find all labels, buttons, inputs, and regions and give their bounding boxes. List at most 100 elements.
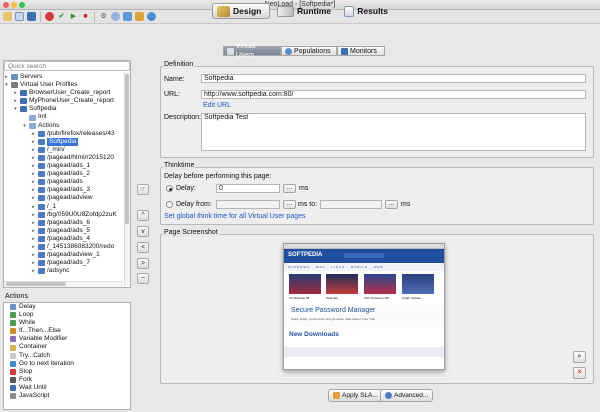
check-icon[interactable]: ✔ (57, 12, 66, 21)
mode-runtime[interactable]: Runtime (273, 3, 335, 19)
tree-row[interactable]: ▾ Actions (4, 122, 124, 130)
action-item[interactable]: While (4, 319, 130, 327)
tree-row[interactable]: ▸ /pagead/ads_6 (4, 219, 124, 227)
name-field[interactable]: Softpedia (201, 74, 586, 83)
edit-hand-button[interactable]: ☞ (137, 184, 149, 195)
tree-row[interactable]: ▸ /pagead/ads_1 (4, 162, 124, 170)
tree-row[interactable]: ▸ /_1451386083200/redo (4, 243, 124, 251)
stop-icon[interactable]: ■ (81, 12, 90, 21)
action-item[interactable]: Loop (4, 311, 130, 319)
new-project-icon[interactable] (15, 12, 24, 21)
delay-radio[interactable] (166, 185, 173, 192)
tree-expand-icon[interactable]: ▸ (31, 267, 36, 275)
zoom-screenshot-button[interactable]: ⌕ (573, 351, 586, 363)
remove-button[interactable]: − (137, 273, 149, 284)
tree-row[interactable]: ▸ MyPhoneUser_Create_report (4, 97, 124, 105)
tree-expand-icon[interactable]: ▸ (31, 130, 36, 138)
mode-design[interactable]: Design (212, 3, 270, 19)
tree-expand-icon[interactable]: ▸ (13, 97, 18, 105)
tree-row[interactable]: ▾ Virtual User Profiles (4, 81, 124, 89)
quick-search-input[interactable] (4, 61, 130, 71)
delay-to-variable-button[interactable]: ... (385, 200, 398, 209)
tree-row[interactable]: ▸ /pub/firefox/releases/43 (4, 130, 124, 138)
tree-row[interactable]: ▸ /pagead/adview_1 (4, 251, 124, 259)
mode-results[interactable]: Results (340, 3, 392, 19)
tree-expand-icon[interactable]: ▾ (4, 81, 9, 89)
zoom-window-button[interactable] (19, 2, 25, 8)
save-icon[interactable] (27, 12, 36, 21)
action-item[interactable]: JavaScript (4, 392, 130, 400)
action-item[interactable]: Delay (4, 303, 130, 311)
delay-from-field[interactable] (216, 200, 280, 209)
tree-expand-icon[interactable]: ▸ (31, 186, 36, 194)
url-field[interactable]: http://www.softpedia.com:80/ (201, 90, 586, 99)
tree-expand-icon[interactable]: ▸ (31, 251, 36, 259)
tree-expand-icon[interactable]: ▸ (31, 227, 36, 235)
tree-row[interactable]: ▸ /pagead/ads_4 (4, 235, 124, 243)
tree-expand-icon[interactable]: ▸ (31, 203, 36, 211)
delay-variable-button[interactable]: ... (283, 184, 296, 193)
action-item[interactable]: Stop (4, 368, 130, 376)
action-item[interactable]: Go to next iteration (4, 360, 130, 368)
tree-row[interactable]: Init (4, 113, 124, 121)
action-item[interactable]: Wait Until (4, 384, 130, 392)
tree-row[interactable]: ▸ /adsync (4, 267, 124, 275)
tree-expand-icon[interactable]: ▸ (31, 211, 36, 219)
tree-row[interactable]: ▸ /pagead/adview (4, 194, 124, 202)
tree-row[interactable]: ▸ /pagead/html/r2015120 (4, 154, 124, 162)
tree-expand-icon[interactable]: ▸ (13, 89, 18, 97)
tree-expand-icon[interactable]: ▸ (31, 178, 36, 186)
tree-expand-icon[interactable]: ▸ (31, 259, 36, 267)
tab-monitors[interactable]: Monitors (337, 46, 385, 56)
minimize-window-button[interactable] (11, 2, 17, 8)
tree-expand-icon[interactable]: ▸ (4, 73, 9, 81)
record-icon[interactable] (45, 12, 54, 21)
advanced-button[interactable]: Advanced... (380, 389, 434, 402)
open-folder-icon[interactable] (3, 12, 12, 21)
virtual-users-tree[interactable]: ▸ Servers ▾ Virtual User Profiles ▸ BrowserUs… (4, 73, 124, 287)
tree-expand-icon[interactable]: ▸ (31, 219, 36, 227)
close-window-button[interactable] (3, 2, 9, 8)
settings-icon[interactable]: ⚙ (99, 12, 108, 21)
delay-field[interactable]: 0 (216, 184, 280, 193)
action-item[interactable]: Try...Catch (4, 352, 130, 360)
cloud-icon[interactable] (111, 12, 120, 21)
tree-expand-icon[interactable]: ▸ (31, 243, 36, 251)
move-right-button[interactable]: > (137, 258, 149, 269)
tree-row[interactable]: ▸ /pagead/ads (4, 178, 124, 186)
move-down-button[interactable]: v (137, 226, 149, 237)
tree-row[interactable]: ▸ /bg/059U0U8Zofdp2zuK (4, 211, 124, 219)
edit-url-link[interactable]: Edit URL (203, 101, 231, 110)
tree-row[interactable]: ▸ Servers (4, 73, 124, 81)
tree-row[interactable]: ▾ Softpedia (4, 105, 124, 113)
actions-list[interactable]: Delay Loop While If...Then...Else Variable M… (3, 302, 131, 410)
global-thinktime-link[interactable]: Set global think time for all Virtual Us… (164, 212, 306, 221)
monitor-icon[interactable] (123, 12, 132, 21)
action-item[interactable]: Variable Modifier (4, 335, 130, 343)
tree-expand-icon[interactable]: ▸ (31, 162, 36, 170)
tree-row[interactable]: ▸ Softpedia (4, 137, 124, 146)
tree-expand-icon[interactable]: ▸ (31, 170, 36, 178)
help-icon[interactable] (147, 12, 156, 21)
action-item[interactable]: Fork (4, 376, 130, 384)
tab-virtual-users[interactable]: Virtual Users (223, 43, 281, 59)
tree-row[interactable]: ▸ /pagead/ads_2 (4, 170, 124, 178)
action-item[interactable]: Container (4, 343, 130, 351)
move-left-button[interactable]: < (137, 242, 149, 253)
lock-icon[interactable] (135, 12, 144, 21)
tree-row[interactable]: ▸ BrowserUser_Create_report (4, 89, 124, 97)
tree-row[interactable]: ▸ /pagead/ads_7 (4, 259, 124, 267)
description-field[interactable]: Softpedia Test (201, 113, 586, 151)
apply-sla-button[interactable]: Apply SLA... (328, 389, 383, 402)
tree-expand-icon[interactable]: ▸ (31, 194, 36, 202)
tab-populations[interactable]: Populations (281, 46, 337, 56)
tree-expand-icon[interactable]: ▾ (22, 122, 27, 130)
tree-expand-icon[interactable]: ▸ (31, 235, 36, 243)
delay-from-variable-button[interactable]: ... (283, 200, 296, 209)
action-item[interactable]: If...Then...Else (4, 327, 130, 335)
tree-row[interactable]: ▸ /_1 (4, 203, 124, 211)
tree-row[interactable]: ▸ /pagead/ads_5 (4, 227, 124, 235)
tree-expand-icon[interactable]: ▸ (31, 138, 36, 146)
delay-to-field[interactable] (320, 200, 382, 209)
delay-from-radio[interactable] (166, 201, 173, 208)
